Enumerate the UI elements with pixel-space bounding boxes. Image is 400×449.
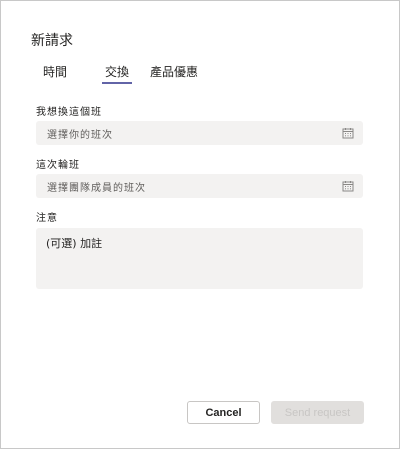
cancel-button[interactable]: Cancel bbox=[187, 401, 260, 424]
note-input[interactable] bbox=[36, 228, 363, 289]
tab-swap[interactable]: 交換 bbox=[101, 63, 133, 84]
calendar-icon[interactable] bbox=[342, 127, 354, 139]
tab-time[interactable]: 時間 bbox=[43, 63, 67, 80]
my-shift-label: 我想換這個班 bbox=[36, 107, 102, 118]
send-request-button[interactable]: Send request bbox=[271, 401, 364, 424]
my-shift-placeholder: 選擇你的班次 bbox=[47, 130, 113, 141]
their-shift-placeholder: 選擇團隊成員的班次 bbox=[47, 183, 146, 194]
note-label: 注意 bbox=[36, 213, 58, 224]
their-shift-label: 這次輪班 bbox=[36, 160, 80, 171]
my-shift-picker[interactable]: 選擇你的班次 bbox=[36, 121, 363, 145]
tab-offer[interactable]: 產品優惠 bbox=[150, 63, 198, 80]
their-shift-picker[interactable]: 選擇團隊成員的班次 bbox=[36, 174, 363, 198]
dialog-title: 新請求 bbox=[31, 33, 73, 49]
calendar-icon[interactable] bbox=[342, 180, 354, 192]
new-request-dialog: 新請求 時間 交換 產品優惠 我想換這個班 選擇你的班次 這次輪班 選擇團隊成員… bbox=[0, 0, 400, 449]
